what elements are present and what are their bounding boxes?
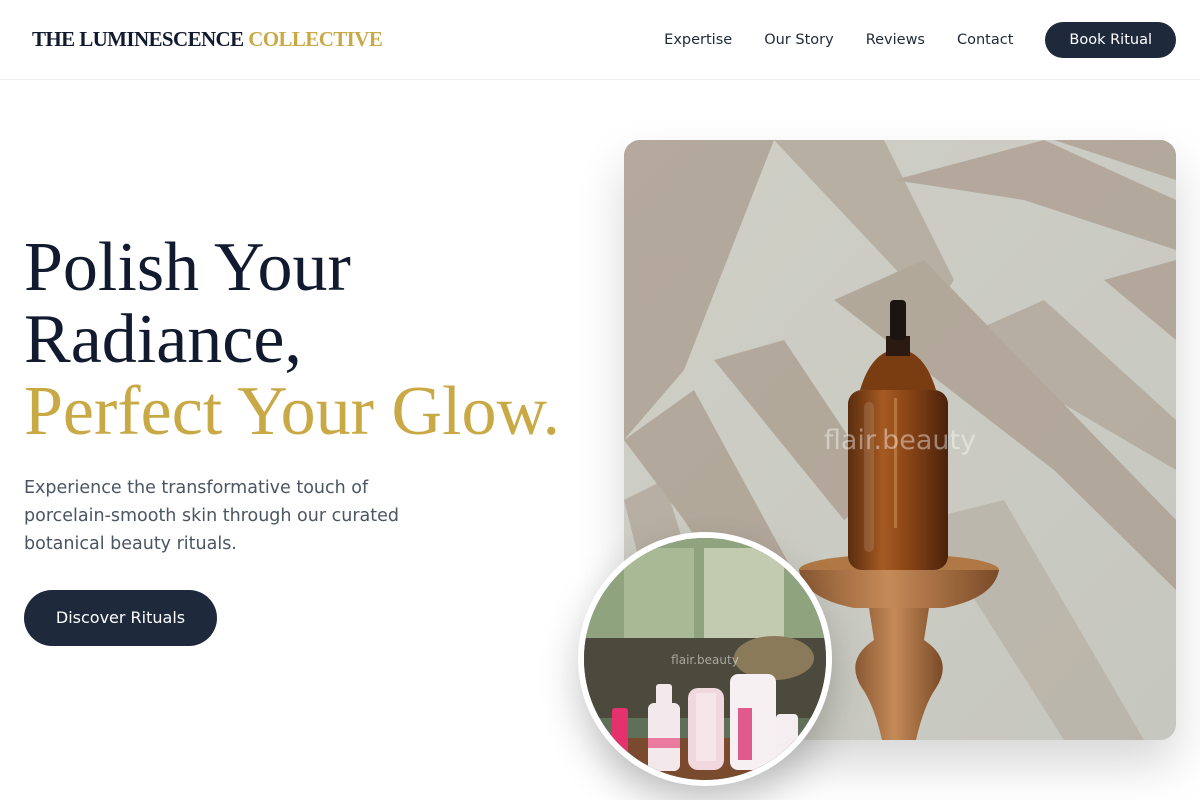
book-ritual-button[interactable]: Book Ritual <box>1045 22 1176 58</box>
nav-link-our-story[interactable]: Our Story <box>764 22 833 58</box>
hero-title: Polish Your Radiance, Perfect Your Glow. <box>24 232 560 448</box>
site-header: THE LUMINESCENCE COLLECTIVE Expertise Ou… <box>0 0 1200 80</box>
logo-accent-text: COLLECTIVE <box>248 27 383 51</box>
circle-image-watermark: flair.beauty <box>671 653 739 667</box>
hero-title-line-1: Polish Your <box>24 229 351 306</box>
hero-title-accent-line: Perfect Your Glow. <box>24 373 560 450</box>
main-nav: Expertise Our Story Reviews Contact Book… <box>664 22 1176 58</box>
logo-main-text: THE LUMINESCENCE <box>32 27 244 51</box>
nav-link-contact[interactable]: Contact <box>957 22 1013 58</box>
nav-link-expertise[interactable]: Expertise <box>664 22 732 58</box>
circle-product-image: flair.beauty <box>578 532 832 786</box>
hero-title-line-2: Radiance, <box>24 301 302 378</box>
skincare-products-photo: flair.beauty <box>584 538 826 780</box>
hero-subtitle: Experience the transformative touch of p… <box>24 478 399 554</box>
discover-rituals-button[interactable]: Discover Rituals <box>24 590 217 646</box>
brand-logo[interactable]: THE LUMINESCENCE COLLECTIVE <box>32 27 383 52</box>
nav-link-reviews[interactable]: Reviews <box>866 22 925 58</box>
image-watermark: flair.beauty <box>823 425 977 456</box>
